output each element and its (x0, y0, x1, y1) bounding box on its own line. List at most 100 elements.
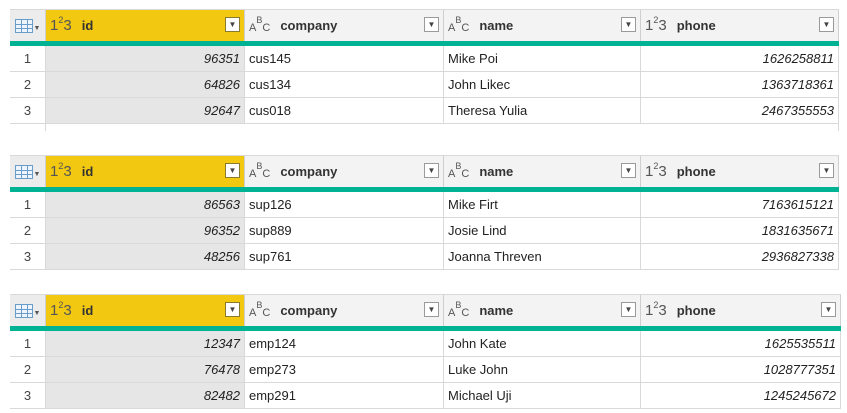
column-header-phone[interactable]: 123 phone ▼ (641, 10, 839, 41)
cell-phone[interactable]: 1028777351 (641, 357, 841, 382)
cell-id[interactable]: 96352 (46, 218, 245, 243)
cell-name[interactable]: John Kate (444, 331, 641, 356)
filter-dropdown-icon[interactable]: ▼ (424, 17, 439, 32)
table-row: 1 86563 sup126 Mike Firt 7163615121 (10, 192, 839, 218)
text-type-icon[interactable]: ABC (249, 161, 270, 180)
filter-dropdown-icon[interactable]: ▼ (819, 17, 834, 32)
column-header-name[interactable]: ABC name ▼ (444, 10, 641, 41)
cell-id[interactable]: 48256 (46, 244, 245, 269)
column-header-name[interactable]: ABC name ▼ (444, 295, 641, 326)
suppliers-table: ▼ 123 id ▼ ABC company ▼ ABC name ▼ 123 … (10, 155, 839, 270)
row-number[interactable]: 2 (10, 357, 46, 382)
column-header-company[interactable]: ABC company ▼ (245, 156, 444, 187)
cell-company[interactable]: cus145 (245, 46, 444, 71)
row-number[interactable]: 1 (10, 331, 46, 356)
cell-phone[interactable]: 1363718361 (641, 72, 839, 97)
column-header-phone[interactable]: 123 phone ▼ (641, 295, 841, 326)
cell-company[interactable]: emp291 (245, 383, 444, 408)
table-menu-button[interactable]: ▼ (10, 10, 46, 41)
table-menu-button[interactable]: ▼ (10, 156, 46, 187)
row-number[interactable]: 2 (10, 218, 46, 243)
table-grid-icon (14, 18, 33, 33)
filter-dropdown-icon[interactable]: ▼ (819, 163, 834, 178)
cell-phone[interactable]: 1245245672 (641, 383, 841, 408)
row-number[interactable]: 1 (10, 192, 46, 217)
filter-dropdown-icon[interactable]: ▼ (821, 302, 836, 317)
number-type-icon[interactable]: 123 (645, 162, 667, 180)
cell-name[interactable]: Joanna Threven (444, 244, 641, 269)
filter-dropdown-icon[interactable]: ▼ (225, 17, 240, 32)
cell-company[interactable]: sup761 (245, 244, 444, 269)
table-row: 1 12347 emp124 John Kate 1625535511 (10, 331, 841, 357)
cell-phone[interactable]: 1625535511 (641, 331, 841, 356)
number-type-icon[interactable]: 123 (50, 16, 72, 34)
cell-name[interactable]: Theresa Yulia (444, 98, 641, 123)
cell-id[interactable]: 86563 (46, 192, 245, 217)
filter-dropdown-icon[interactable]: ▼ (424, 163, 439, 178)
cell-company[interactable]: emp124 (245, 331, 444, 356)
filter-dropdown-icon[interactable]: ▼ (225, 302, 240, 317)
cell-id[interactable]: 76478 (46, 357, 245, 382)
column-header-row: ▼ 123 id ▼ ABC company ▼ ABC name ▼ 123 … (10, 294, 841, 331)
cell-phone[interactable]: 2467355553 (641, 98, 839, 123)
filter-dropdown-icon[interactable]: ▼ (621, 302, 636, 317)
cell-id[interactable]: 92647 (46, 98, 245, 123)
text-type-icon[interactable]: ABC (448, 161, 469, 180)
row-number[interactable]: 1 (10, 46, 46, 71)
table-menu-button[interactable]: ▼ (10, 295, 46, 326)
row-number[interactable]: 3 (10, 98, 46, 123)
row-number[interactable]: 3 (10, 244, 46, 269)
caret-down-icon: ▼ (33, 310, 41, 317)
employees-table: ▼ 123 id ▼ ABC company ▼ ABC name ▼ 123 … (10, 294, 841, 409)
caret-down-icon: ▼ (33, 25, 41, 32)
text-type-icon[interactable]: ABC (249, 15, 270, 34)
column-header-phone[interactable]: 123 phone ▼ (641, 156, 839, 187)
cell-name[interactable]: Luke John (444, 357, 641, 382)
filter-dropdown-icon[interactable]: ▼ (424, 302, 439, 317)
table-row: 2 64826 cus134 John Likec 1363718361 (10, 72, 839, 98)
number-type-icon[interactable]: 123 (645, 16, 667, 34)
number-type-icon[interactable]: 123 (645, 301, 667, 319)
column-label: company (280, 164, 338, 179)
column-label: phone (676, 164, 716, 179)
column-label: phone (676, 303, 716, 318)
filter-dropdown-icon[interactable]: ▼ (225, 163, 240, 178)
cell-id[interactable]: 96351 (46, 46, 245, 71)
column-label: phone (676, 18, 716, 33)
column-header-company[interactable]: ABC company ▼ (245, 10, 444, 41)
number-type-icon[interactable]: 123 (50, 301, 72, 319)
text-type-icon[interactable]: ABC (448, 300, 469, 319)
caret-down-icon: ▼ (33, 171, 41, 178)
cell-company[interactable]: cus134 (245, 72, 444, 97)
cell-company[interactable]: cus018 (245, 98, 444, 123)
column-header-id[interactable]: 123 id ▼ (46, 10, 245, 41)
cell-phone[interactable]: 1831635671 (641, 218, 839, 243)
column-header-name[interactable]: ABC name ▼ (444, 156, 641, 187)
cell-company[interactable]: sup126 (245, 192, 444, 217)
column-header-id[interactable]: 123 id ▼ (46, 156, 245, 187)
filter-dropdown-icon[interactable]: ▼ (621, 163, 636, 178)
cell-company[interactable]: sup889 (245, 218, 444, 243)
cell-name[interactable]: John Likec (444, 72, 641, 97)
cell-name[interactable]: Michael Uji (444, 383, 641, 408)
filter-dropdown-icon[interactable]: ▼ (621, 17, 636, 32)
cell-name[interactable]: Mike Firt (444, 192, 641, 217)
number-type-icon[interactable]: 123 (50, 162, 72, 180)
row-number[interactable]: 2 (10, 72, 46, 97)
cell-id[interactable]: 12347 (46, 331, 245, 356)
cell-phone[interactable]: 2936827338 (641, 244, 839, 269)
column-header-id[interactable]: 123 id ▼ (46, 295, 245, 326)
column-header-company[interactable]: ABC company ▼ (245, 295, 444, 326)
column-label: id (81, 18, 94, 33)
cell-id[interactable]: 64826 (46, 72, 245, 97)
cell-phone[interactable]: 7163615121 (641, 192, 839, 217)
row-number[interactable]: 3 (10, 383, 46, 408)
cell-id[interactable]: 82482 (46, 383, 245, 408)
text-type-icon[interactable]: ABC (448, 15, 469, 34)
cell-name[interactable]: Mike Poi (444, 46, 641, 71)
cell-phone[interactable]: 1626258811 (641, 46, 839, 71)
cell-company[interactable]: emp273 (245, 357, 444, 382)
cell-name[interactable]: Josie Lind (444, 218, 641, 243)
text-type-icon[interactable]: ABC (249, 300, 270, 319)
column-label: id (81, 303, 94, 318)
